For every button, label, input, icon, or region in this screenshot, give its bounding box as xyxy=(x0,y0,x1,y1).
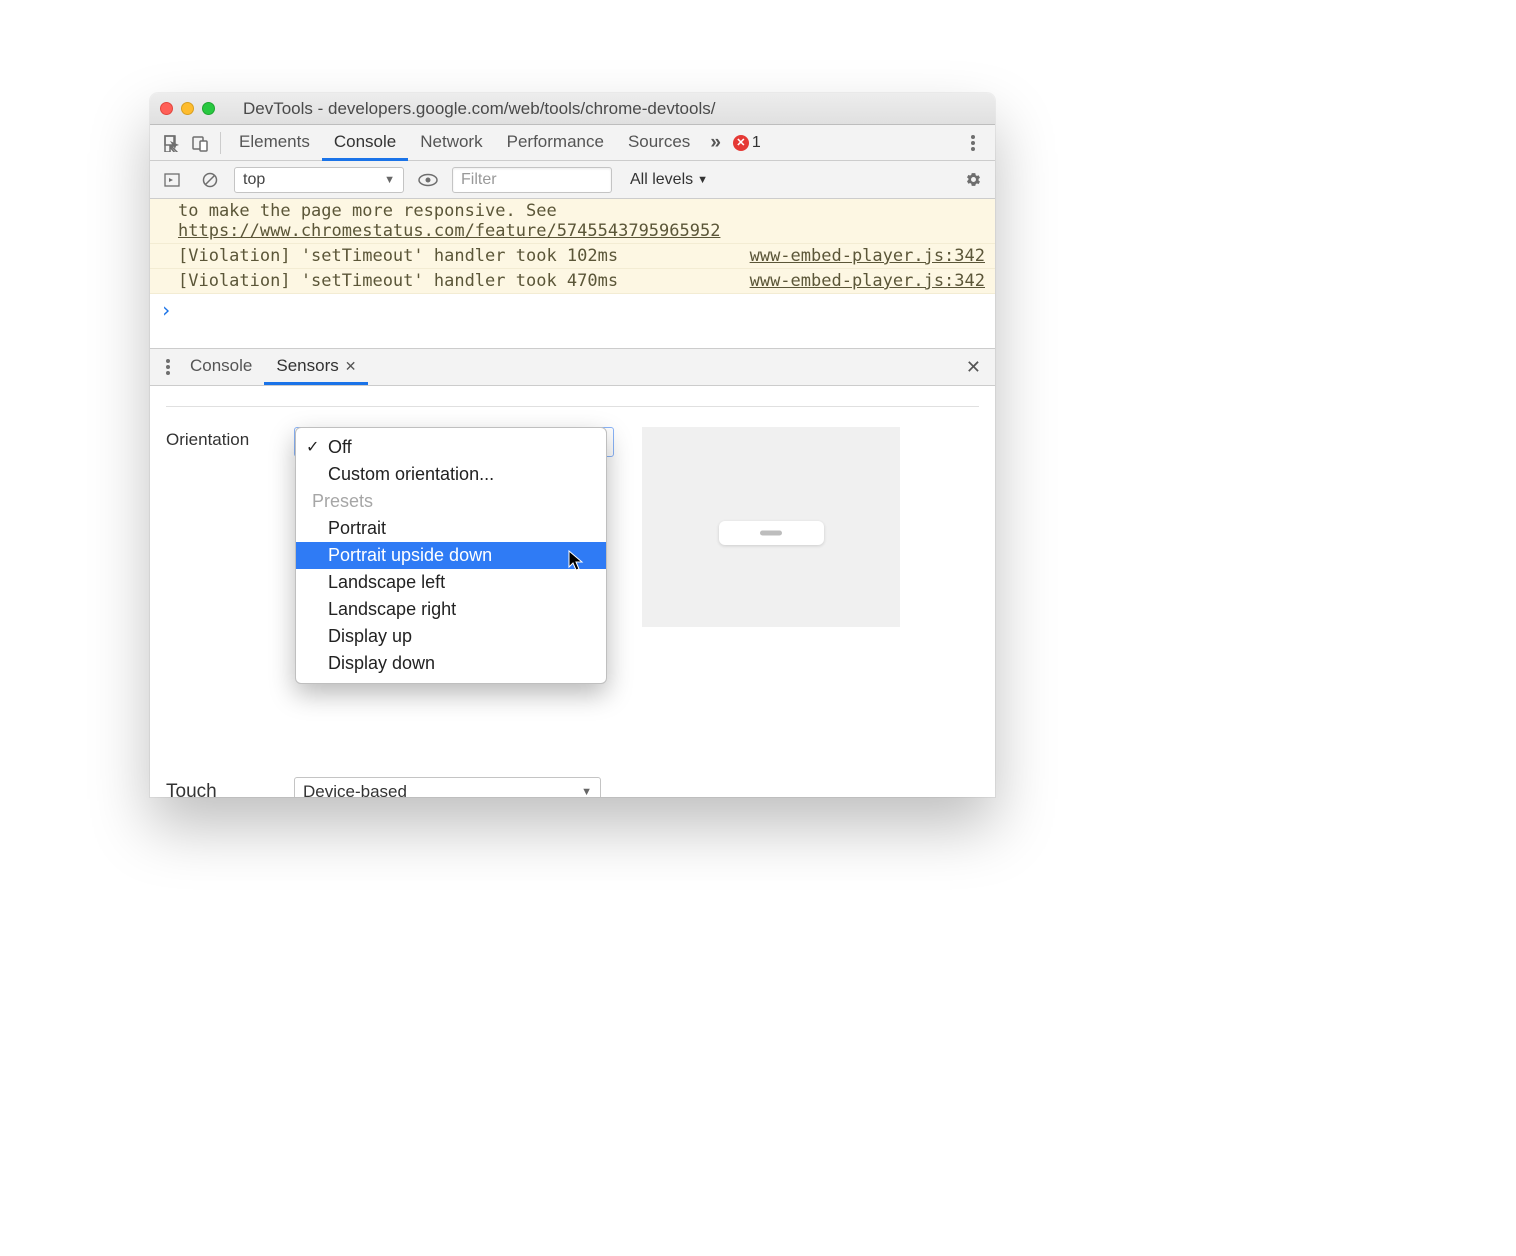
context-value: top xyxy=(243,171,265,189)
console-body: to make the page more responsive. See ht… xyxy=(150,199,995,294)
divider xyxy=(166,406,979,407)
devtools-window: DevTools - developers.google.com/web/too… xyxy=(150,93,995,797)
divider xyxy=(220,132,221,154)
console-message: [Violation] 'setTimeout' handler took 47… xyxy=(178,271,734,291)
dropdown-item-display-down[interactable]: Display down xyxy=(296,650,606,677)
clear-console-icon[interactable] xyxy=(196,166,224,194)
context-select[interactable]: top ▼ xyxy=(234,167,404,193)
dropdown-item-landscape-left[interactable]: Landscape left xyxy=(296,569,606,596)
chevron-down-icon: ▼ xyxy=(384,174,395,186)
tabs-overflow[interactable]: » xyxy=(702,132,729,154)
console-row: to make the page more responsive. See ht… xyxy=(150,199,995,244)
inspect-icon[interactable] xyxy=(158,129,186,157)
console-row: [Violation] 'setTimeout' handler took 10… xyxy=(150,244,995,269)
tab-console[interactable]: Console xyxy=(322,125,408,161)
live-expression-icon[interactable] xyxy=(414,166,442,194)
console-message: [Violation] 'setTimeout' handler took 10… xyxy=(178,246,734,266)
device-toolbar-icon[interactable] xyxy=(186,129,214,157)
orientation-row: Orientation ▼ Off Custom orientation... … xyxy=(166,427,979,627)
error-count: 1 xyxy=(752,134,761,152)
dropdown-header: Presets xyxy=(296,488,606,515)
drawer-tabs: Console Sensors ✕ ✕ xyxy=(150,348,995,386)
device-icon xyxy=(719,521,824,545)
chevron-down-icon: ▼ xyxy=(581,786,592,797)
orientation-preview xyxy=(642,427,900,627)
console-source-link[interactable]: www-embed-player.js:342 xyxy=(734,271,985,291)
filter-input[interactable]: Filter xyxy=(452,167,612,193)
console-toolbar: top ▼ Filter All levels ▼ xyxy=(150,161,995,199)
more-menu-icon[interactable] xyxy=(959,129,987,157)
drawer-tab-label: Sensors xyxy=(276,356,338,376)
error-icon: ✕ xyxy=(733,135,749,151)
dropdown-item-custom[interactable]: Custom orientation... xyxy=(296,461,606,488)
tab-sources[interactable]: Sources xyxy=(616,125,702,161)
console-source-link[interactable]: www-embed-player.js:342 xyxy=(734,246,985,266)
main-tabs: Elements Console Network Performance Sou… xyxy=(150,125,995,161)
tab-elements[interactable]: Elements xyxy=(227,125,322,161)
minimize-window-button[interactable] xyxy=(181,102,194,115)
titlebar: DevTools - developers.google.com/web/too… xyxy=(150,93,995,125)
orientation-label: Orientation xyxy=(166,427,276,450)
close-drawer-icon[interactable]: ✕ xyxy=(960,357,987,378)
touch-select[interactable]: Device-based ▼ xyxy=(294,777,601,797)
window-controls xyxy=(160,102,215,115)
tab-performance[interactable]: Performance xyxy=(495,125,616,161)
drawer-tab-console[interactable]: Console xyxy=(178,349,264,385)
orientation-dropdown: Off Custom orientation... Presets Portra… xyxy=(295,427,607,684)
dropdown-item-landscape-right[interactable]: Landscape right xyxy=(296,596,606,623)
console-message: to make the page more responsive. See ht… xyxy=(178,201,985,241)
dropdown-item-portrait-upside-down[interactable]: Portrait upside down xyxy=(296,542,606,569)
drawer-menu-icon[interactable] xyxy=(158,353,178,381)
zoom-window-button[interactable] xyxy=(202,102,215,115)
error-badge[interactable]: ✕ 1 xyxy=(733,134,761,152)
chevron-down-icon: ▼ xyxy=(697,174,708,186)
sensors-panel: Orientation ▼ Off Custom orientation... … xyxy=(150,386,995,797)
touch-label: Touch xyxy=(166,781,276,797)
close-tab-icon[interactable]: ✕ xyxy=(345,358,357,375)
console-link[interactable]: https://www.chromestatus.com/feature/574… xyxy=(178,221,720,241)
tab-network[interactable]: Network xyxy=(408,125,494,161)
dropdown-item-off[interactable]: Off xyxy=(296,434,606,461)
console-sidebar-toggle-icon[interactable] xyxy=(158,166,186,194)
dropdown-item-display-up[interactable]: Display up xyxy=(296,623,606,650)
console-settings-icon[interactable] xyxy=(959,166,987,194)
levels-select[interactable]: All levels ▼ xyxy=(630,171,708,189)
touch-value: Device-based xyxy=(303,782,407,797)
console-prompt[interactable]: › xyxy=(150,294,995,326)
levels-label: All levels xyxy=(630,171,693,189)
touch-row: Touch Device-based ▼ xyxy=(166,777,601,797)
console-row: [Violation] 'setTimeout' handler took 47… xyxy=(150,269,995,294)
close-window-button[interactable] xyxy=(160,102,173,115)
window-title: DevTools - developers.google.com/web/too… xyxy=(223,99,985,119)
dropdown-item-portrait[interactable]: Portrait xyxy=(296,515,606,542)
filter-placeholder: Filter xyxy=(461,171,497,189)
home-button-icon xyxy=(760,531,782,536)
drawer-tab-sensors[interactable]: Sensors ✕ xyxy=(264,349,368,385)
